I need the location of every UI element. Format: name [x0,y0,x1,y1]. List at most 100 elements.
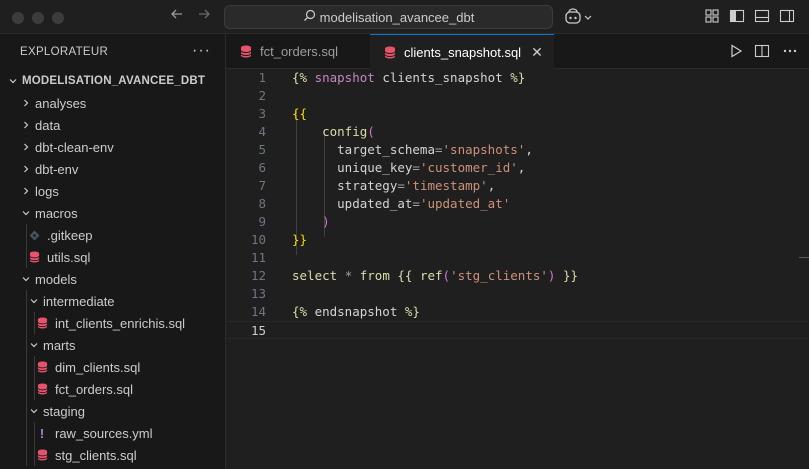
code-text: target_schema='snapshots', [292,141,533,159]
tree-item-label: logs [35,183,59,199]
database-icon [384,46,396,59]
tree-item-label: dbt-clean-env [35,139,114,155]
database-icon [35,383,49,395]
line-number: 15 [250,323,266,338]
chevron-down-icon [19,274,33,284]
folder-models[interactable]: models [0,268,225,290]
tree-indent-guide [26,290,27,312]
database-icon [27,251,41,263]
chevron-down-icon [27,296,41,306]
git-diamond-icon [27,230,41,241]
line-number: 9 [258,214,266,229]
folder-staging[interactable]: staging [0,400,225,422]
tree-item-label: raw_sources.yml [55,425,153,441]
tree-indent-guide [34,378,35,400]
code-token: ( [367,124,375,139]
explorer-title: EXPLORATEUR [20,46,109,58]
toggle-secondary-sidebar-icon[interactable] [779,8,797,26]
code-text: {% endsnapshot %} [292,303,420,321]
title-bar: modelisation_avancee_dbt [0,0,809,34]
code-token: {{ [397,268,420,283]
chevron-down-icon [27,340,41,350]
folder-analyses[interactable]: analyses [0,92,225,114]
more-actions-icon[interactable] [782,43,800,61]
folder-intermediate[interactable]: intermediate [0,290,225,312]
tree-item-label: marts [43,337,76,353]
search-text: modelisation_avancee_dbt [319,9,475,25]
tab-fct-orders[interactable]: fct_orders.sql [226,34,370,69]
tree-indent-guide [34,444,35,466]
tree-indent-guide [34,356,35,378]
line-number: 1 [258,70,266,85]
tab-label: fct_orders.sql [260,44,339,59]
folder-logs[interactable]: logs [0,180,225,202]
line-number: 2 [258,88,266,103]
database-icon [35,361,49,373]
tree-indent-guide [26,356,27,378]
database-icon [35,449,49,461]
split-editor-icon[interactable] [754,43,772,61]
tree-item-label: int_clients_enrichis.sql [55,315,186,331]
search-icon [303,9,320,25]
code-text: {{ [292,105,307,123]
folder-data[interactable]: data [0,114,225,136]
line-number: 4 [258,124,266,139]
code-token: , [525,142,533,157]
chevron-right-icon [19,120,33,130]
toggle-panel-icon[interactable] [754,8,772,26]
tree-indent-guide [26,422,27,444]
file-dim-clients-sql[interactable]: dim_clients.sql [0,356,225,378]
file-gitkeep[interactable]: .gitkeep [0,224,225,246]
chevron-right-icon [19,98,33,108]
folder-dbt-env[interactable]: dbt-env [0,158,225,180]
toggle-primary-sidebar-icon[interactable] [729,8,747,26]
window-minimize-dot[interactable] [32,12,44,24]
code-token: }} [292,232,308,247]
tab-label: clients_snapshot.sql [404,44,522,60]
file-fct-orders-sql[interactable]: fct_orders.sql [0,378,225,400]
project-root[interactable]: MODELISATION_AVANCEE_DBT [0,70,225,92]
line-number: 7 [258,178,266,193]
code-text: unique_key='customer_id', [292,159,525,177]
tree-item-label: stg_clients.sql [55,447,137,463]
command-center-search[interactable]: modelisation_avancee_dbt [224,5,553,29]
code-token: select [292,268,345,283]
copilot-icon[interactable] [565,8,595,26]
folder-dbt-clean-env[interactable]: dbt-clean-env [0,136,225,158]
code-text: select * from {{ ref('stg_clients') }} [292,267,578,285]
code-editor[interactable]: 1 {% snapshot clients_snapshot %} 2 3 {{4 co… [226,69,809,469]
code-text: }} [292,231,307,249]
explorer-sidebar: EXPLORATEUR ··· MODELISATION_AVANCEE_DBT… [0,34,226,469]
code-line: 8 updated_at='updated_at' [226,195,809,213]
file-raw-sources-yml[interactable]: ! raw_sources.yml [0,422,225,444]
line-number: 12 [250,268,266,283]
file-utils-sql[interactable]: utils.sql [0,246,225,268]
more-actions-icon[interactable]: ··· [192,42,211,60]
chevron-down-icon [6,76,20,86]
code-token: target_schema [292,142,435,157]
back-arrow-icon[interactable] [166,6,188,28]
code-token: snapshot [314,70,383,85]
code-text: config( [292,123,375,141]
line-number: 10 [250,232,266,247]
code-text: ) [292,213,330,231]
code-token: 'timestamp' [404,178,488,193]
folder-marts[interactable]: marts [0,334,225,356]
code-token: ) [322,214,330,229]
tree-indent-guide [26,224,27,246]
database-icon [35,317,49,329]
window-zoom-dot[interactable] [52,12,64,24]
forward-arrow-icon[interactable] [193,6,215,28]
file-stg-clients-sql[interactable]: stg_clients.sql [0,444,225,466]
folder-macros[interactable]: macros [0,202,225,224]
tab-clients-snapshot[interactable]: clients_snapshot.sql ✕ [370,34,554,69]
file-int-clients-enrichis-sql[interactable]: int_clients_enrichis.sql [0,312,225,334]
customize-layout-icon[interactable] [704,8,722,26]
window-close-dot[interactable] [12,12,24,24]
close-tab-icon[interactable]: ✕ [531,44,543,61]
run-icon[interactable] [728,43,746,61]
code-token: endsnapshot [314,304,405,319]
code-line: 12 select * from {{ ref('stg_clients') }} [226,267,809,285]
code-token: ref [419,268,443,283]
